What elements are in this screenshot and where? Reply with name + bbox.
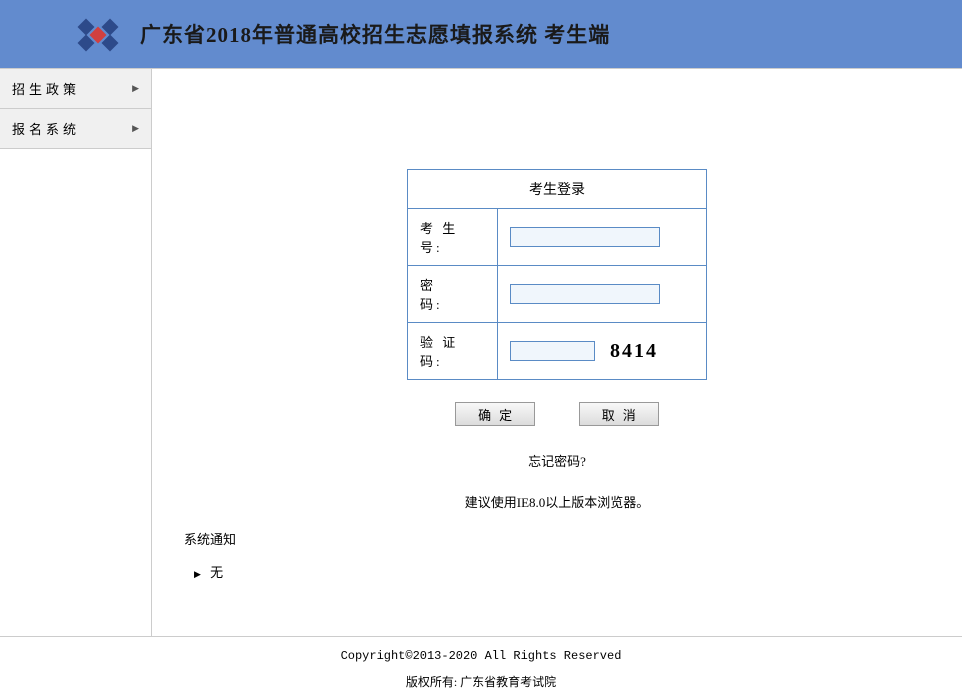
chevron-right-icon: ▶ <box>132 123 139 134</box>
chevron-right-icon: ▶ <box>132 83 139 94</box>
main-content: 考生登录 考 生 号: 密 码: 验 证 码: 8414 <box>152 69 962 636</box>
footer: Copyright©2013-2020 All Rights Reserved … <box>0 636 962 690</box>
notice-block: 系统通知 ▶ 无 <box>184 529 962 581</box>
sidebar: 招生政策 ▶ 报名系统 ▶ <box>0 69 152 636</box>
sidebar-item-policy[interactable]: 招生政策 ▶ <box>0 69 151 109</box>
login-panel: 考生登录 考 生 号: 密 码: 验 证 码: 8414 <box>407 169 707 380</box>
cancel-button[interactable]: 取消 <box>579 402 659 426</box>
login-panel-title: 考生登录 <box>408 170 707 209</box>
notice-item: ▶ 无 <box>194 562 962 581</box>
footer-copyright: Copyright©2013-2020 All Rights Reserved <box>0 649 962 663</box>
browser-hint: 建议使用IE8.0以上版本浏览器。 <box>152 492 962 511</box>
header-bar: 广东省2018年普通高校招生志愿填报系统 考生端 <box>0 0 962 68</box>
page-title: 广东省2018年普通高校招生志愿填报系统 考生端 <box>140 19 610 49</box>
sidebar-item-label: 报名系统 <box>12 119 80 138</box>
student-id-label: 考 生 号: <box>408 209 498 266</box>
student-id-input[interactable] <box>510 227 660 247</box>
sidebar-item-register[interactable]: 报名系统 ▶ <box>0 109 151 149</box>
notice-title: 系统通知 <box>184 529 962 548</box>
confirm-button[interactable]: 确定 <box>455 402 535 426</box>
bullet-icon: ▶ <box>194 569 201 579</box>
captcha-image[interactable]: 8414 <box>610 340 658 363</box>
logo-icon <box>80 19 120 49</box>
forgot-password-link[interactable]: 忘记密码? <box>528 454 586 469</box>
notice-item-text: 无 <box>210 565 223 580</box>
captcha-input[interactable] <box>510 341 595 361</box>
captcha-label: 验 证 码: <box>408 323 498 380</box>
sidebar-item-label: 招生政策 <box>12 79 80 98</box>
password-label: 密 码: <box>408 266 498 323</box>
password-input[interactable] <box>510 284 660 304</box>
footer-owner: 版权所有: 广东省教育考试院 <box>0 673 962 690</box>
